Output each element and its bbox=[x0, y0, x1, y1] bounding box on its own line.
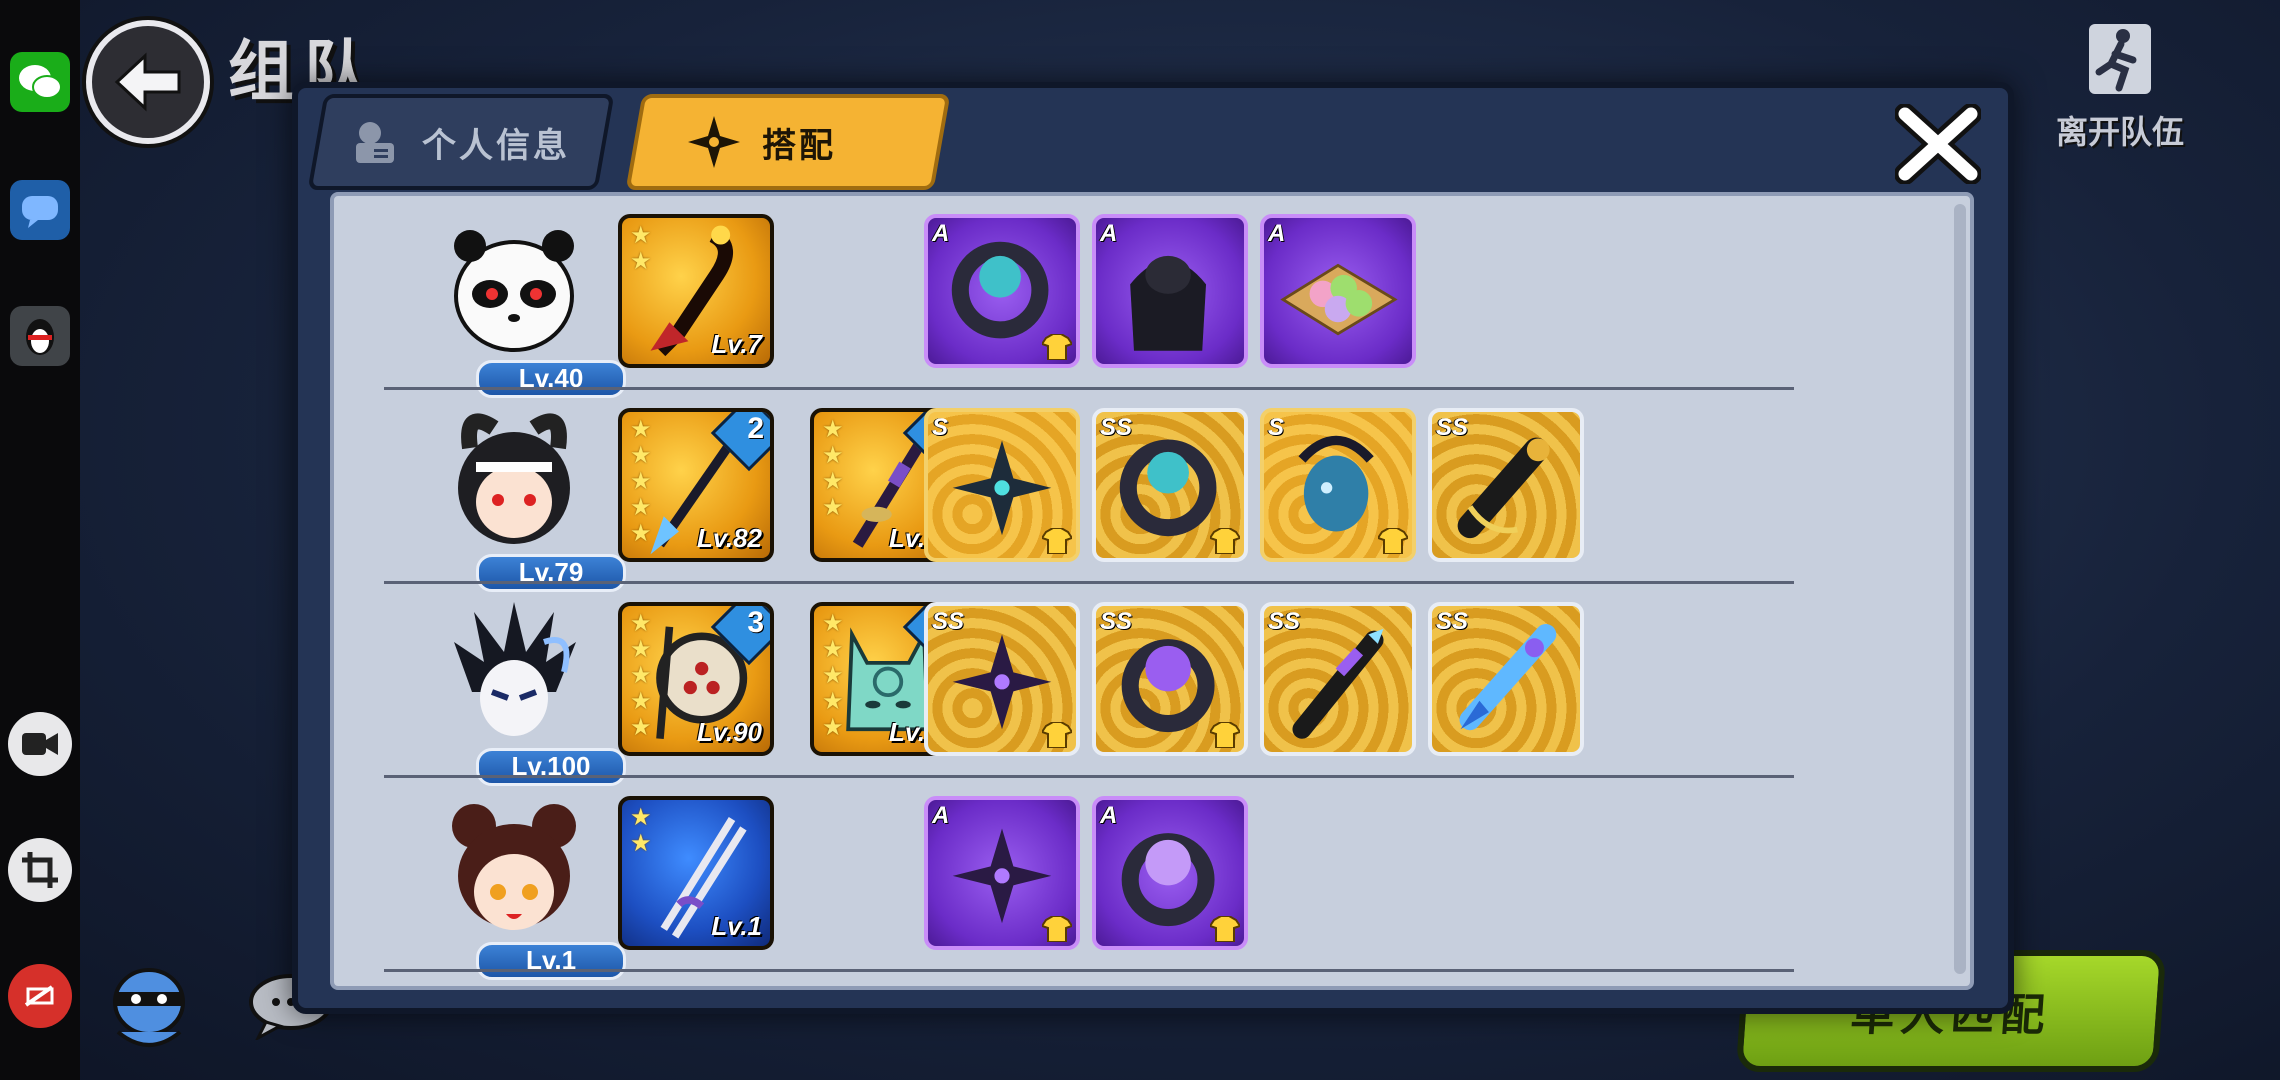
star-rating: ★ ★ bbox=[630, 222, 652, 275]
equipment-slot[interactable]: SS bbox=[1092, 408, 1248, 562]
equipment-slot[interactable]: SS bbox=[1428, 602, 1584, 756]
scrollbar[interactable] bbox=[1954, 204, 1966, 974]
member-row: Lv.1 ★ ★ Lv.1 A A bbox=[334, 784, 1954, 980]
no-edit-icon[interactable] bbox=[8, 964, 72, 1028]
tab-loadout-label: 搭配 bbox=[762, 126, 836, 165]
loadout-panel: Lv.40 ★ ★ Lv.7 A A A Lv.79 ★ ★ ★ ★ ★ 2 L… bbox=[330, 192, 1974, 990]
weapon-slot[interactable]: ★ ★ ★ ★ ★ 3 Lv.90 bbox=[618, 602, 774, 756]
shirt-icon bbox=[1210, 722, 1240, 748]
arrow-left-icon bbox=[114, 52, 181, 112]
shirt-icon bbox=[1042, 334, 1072, 360]
weapon-level: Lv.1 bbox=[711, 911, 762, 941]
equipment-slot[interactable]: S bbox=[1260, 408, 1416, 562]
level-badge: Lv.79 bbox=[476, 554, 626, 592]
close-button[interactable] bbox=[1888, 94, 1988, 194]
weapon-slot[interactable]: ★ ★ Lv.7 bbox=[618, 214, 774, 368]
loadout-dialog: 个人信息 搭配 Lv.40 ★ ★ Lv.7 A A A Lv.79 ★ ★ ★… bbox=[292, 82, 2014, 1014]
level-badge: Lv.100 bbox=[476, 748, 626, 786]
row-divider bbox=[384, 775, 1794, 778]
grade-label: A bbox=[1268, 220, 1286, 247]
video-record-icon[interactable] bbox=[8, 712, 72, 776]
grade-label: SS bbox=[1436, 414, 1469, 441]
qq-penguin-icon[interactable] bbox=[10, 306, 70, 366]
grade-label: SS bbox=[1100, 414, 1133, 441]
back-button[interactable] bbox=[86, 20, 210, 144]
star-rating: ★ ★ ★ ★ ★ bbox=[822, 610, 844, 741]
star-rating: ★ ★ bbox=[630, 804, 652, 857]
weapon-level: Lv.90 bbox=[696, 717, 762, 747]
ninja-mascot-icon bbox=[96, 962, 202, 1052]
tab-personal-info-label: 个人信息 bbox=[422, 126, 570, 165]
level-badge: Lv.40 bbox=[476, 360, 626, 398]
panda-ninja-icon[interactable] bbox=[434, 214, 594, 364]
grade-label: SS bbox=[1268, 608, 1301, 635]
equipment-slot[interactable]: A bbox=[924, 214, 1080, 368]
weapon-slot[interactable]: ★ ★ ★ ★ ★ 2 Lv.82 bbox=[618, 408, 774, 562]
level-badge: Lv.1 bbox=[476, 942, 626, 980]
member-row: Lv.79 ★★★★★ 2 Lv.82 ★★★★ 1 Lv.60 S bbox=[334, 396, 1954, 592]
equipment-slot[interactable]: A bbox=[1092, 214, 1248, 368]
grade-label: A bbox=[932, 802, 950, 829]
refine-count: 3 bbox=[747, 606, 764, 639]
grade-label: A bbox=[1100, 220, 1118, 247]
close-icon bbox=[1895, 104, 1981, 184]
message-icon[interactable] bbox=[10, 180, 70, 240]
row-divider bbox=[384, 387, 1794, 390]
row-divider bbox=[384, 581, 1794, 584]
bunny-girl-ninja-icon[interactable] bbox=[434, 408, 594, 558]
shirt-icon bbox=[1210, 528, 1240, 554]
equipment-slot[interactable]: A bbox=[924, 796, 1080, 950]
tab-personal-info[interactable]: 个人信息 bbox=[307, 94, 615, 190]
weapon-slot[interactable]: ★ ★ Lv.1 bbox=[618, 796, 774, 950]
profile-card-icon bbox=[356, 122, 394, 163]
equipment-slot[interactable]: SS bbox=[1260, 602, 1416, 756]
running-man-icon bbox=[2089, 24, 2151, 94]
member-row: Lv.100 ★★★★★ 3 Lv.90 ★★★★★ 2 Lv.90 SS bbox=[334, 590, 1954, 786]
ninja-armor-icon bbox=[1130, 255, 1207, 351]
row-divider bbox=[384, 969, 1794, 972]
wechat-icon[interactable] bbox=[10, 52, 70, 112]
equipment-slot[interactable]: SS bbox=[1092, 602, 1248, 756]
equipment-slot[interactable]: S bbox=[924, 408, 1080, 562]
star-rating: ★ ★ ★ ★ ★ bbox=[630, 416, 652, 547]
shuriken-icon bbox=[688, 116, 740, 168]
tab-loadout[interactable]: 搭配 bbox=[625, 94, 951, 190]
star-rating: ★ ★ ★ ★ ★ bbox=[630, 610, 652, 741]
equipment-slot[interactable]: SS bbox=[1428, 408, 1584, 562]
leave-team-button[interactable]: 离开队伍 bbox=[2050, 20, 2190, 153]
shirt-icon bbox=[1042, 528, 1072, 554]
dango-plate-icon bbox=[1280, 263, 1398, 336]
crop-icon[interactable] bbox=[8, 838, 72, 902]
weapon-level: Lv.7 bbox=[711, 329, 762, 359]
leave-team-label: 离开队伍 bbox=[2055, 114, 2184, 150]
weapon-level: Lv.82 bbox=[696, 523, 762, 553]
shirt-icon bbox=[1378, 528, 1408, 554]
star-rating: ★ ★ ★ ★ bbox=[822, 416, 844, 521]
grade-label: A bbox=[932, 220, 950, 247]
grade-label: SS bbox=[1436, 608, 1469, 635]
grade-label: S bbox=[1268, 414, 1285, 441]
bun-hair-girl-icon[interactable] bbox=[434, 796, 594, 946]
equipment-slot[interactable]: A bbox=[1260, 214, 1416, 368]
shirt-icon bbox=[1210, 916, 1240, 942]
equipment-slot[interactable]: SS bbox=[924, 602, 1080, 756]
grade-label: SS bbox=[1100, 608, 1133, 635]
grade-label: S bbox=[932, 414, 949, 441]
shirt-icon bbox=[1042, 722, 1072, 748]
equipment-slot[interactable]: A bbox=[1092, 796, 1248, 950]
masked-ninja-icon[interactable] bbox=[434, 602, 594, 752]
grade-label: A bbox=[1100, 802, 1118, 829]
grade-label: SS bbox=[932, 608, 965, 635]
shirt-icon bbox=[1042, 916, 1072, 942]
member-row: Lv.40 ★ ★ Lv.7 A A A bbox=[334, 202, 1954, 398]
system-sidebar bbox=[0, 0, 80, 1080]
refine-count: 2 bbox=[747, 412, 764, 445]
